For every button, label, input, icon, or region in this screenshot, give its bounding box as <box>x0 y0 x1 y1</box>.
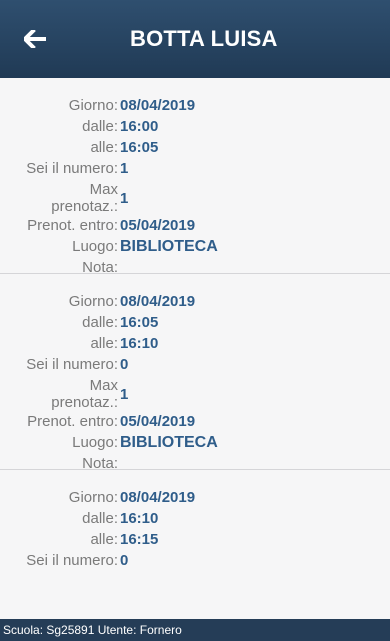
appointment-card[interactable]: Giorno: 08/04/2019 dalle: 16:10 alle: 16:15… <box>0 470 390 619</box>
appointment-card[interactable]: Giorno: 08/04/2019 dalle: 16:05 alle: 16:10… <box>0 274 390 472</box>
giorno-value: 08/04/2019 <box>120 489 196 506</box>
alle-value: 16:10 <box>120 335 159 352</box>
entro-label: Prenot. entro: <box>27 413 118 430</box>
luogo-value: BIBLIOTECA <box>120 434 218 451</box>
entro-value: 05/04/2019 <box>120 413 196 430</box>
alle-label: alle: <box>90 335 118 352</box>
numero-value: 0 <box>120 552 129 569</box>
luogo-label: Luogo: <box>72 434 118 451</box>
numero-value: 1 <box>120 160 129 177</box>
max-label-line2: prenotaz.: <box>51 198 118 215</box>
appointments-list[interactable]: Giorno: 08/04/2019 dalle: 16:00 alle: 16:05… <box>0 78 390 619</box>
status-footer: Scuola: Sg25891 Utente: Fornero <box>0 619 390 641</box>
luogo-label: Luogo: <box>72 238 118 255</box>
giorno-label: Giorno: <box>68 293 118 310</box>
dalle-label: dalle: <box>82 314 118 331</box>
max-label-line2: prenotaz.: <box>51 394 118 411</box>
alle-value: 16:15 <box>120 531 159 548</box>
max-value: 1 <box>120 190 129 207</box>
giorno-label: Giorno: <box>68 97 118 114</box>
app-header: BOTTA LUISA <box>0 0 390 78</box>
max-label-line1: Max <box>89 377 118 394</box>
max-value: 1 <box>120 386 129 403</box>
arrow-left-icon <box>24 30 46 48</box>
alle-label: alle: <box>90 531 118 548</box>
nota-label: Nota: <box>82 259 118 276</box>
entro-value: 05/04/2019 <box>120 217 196 234</box>
dalle-value: 16:10 <box>120 510 159 527</box>
nota-label: Nota: <box>82 455 118 472</box>
max-label: Max prenotaz.: <box>0 375 118 411</box>
alle-label: alle: <box>90 139 118 156</box>
dalle-label: dalle: <box>82 510 118 527</box>
dalle-label: dalle: <box>82 118 118 135</box>
giorno-label: Giorno: <box>68 489 118 506</box>
luogo-value: BIBLIOTECA <box>120 238 218 255</box>
max-label-line1: Max <box>89 181 118 198</box>
numero-label: Sei il numero: <box>26 552 118 569</box>
numero-value: 0 <box>120 356 129 373</box>
numero-label: Sei il numero: <box>26 160 118 177</box>
dalle-value: 16:00 <box>120 118 159 135</box>
giorno-value: 08/04/2019 <box>120 97 196 114</box>
dalle-value: 16:05 <box>120 314 159 331</box>
giorno-value: 08/04/2019 <box>120 293 196 310</box>
max-label: Max prenotaz.: <box>0 179 118 215</box>
back-button[interactable] <box>0 0 70 78</box>
entro-label: Prenot. entro: <box>27 217 118 234</box>
page-title: BOTTA LUISA <box>130 26 278 51</box>
numero-label: Sei il numero: <box>26 356 118 373</box>
appointment-card[interactable]: Giorno: 08/04/2019 dalle: 16:00 alle: 16:05… <box>0 78 390 276</box>
alle-value: 16:05 <box>120 139 159 156</box>
